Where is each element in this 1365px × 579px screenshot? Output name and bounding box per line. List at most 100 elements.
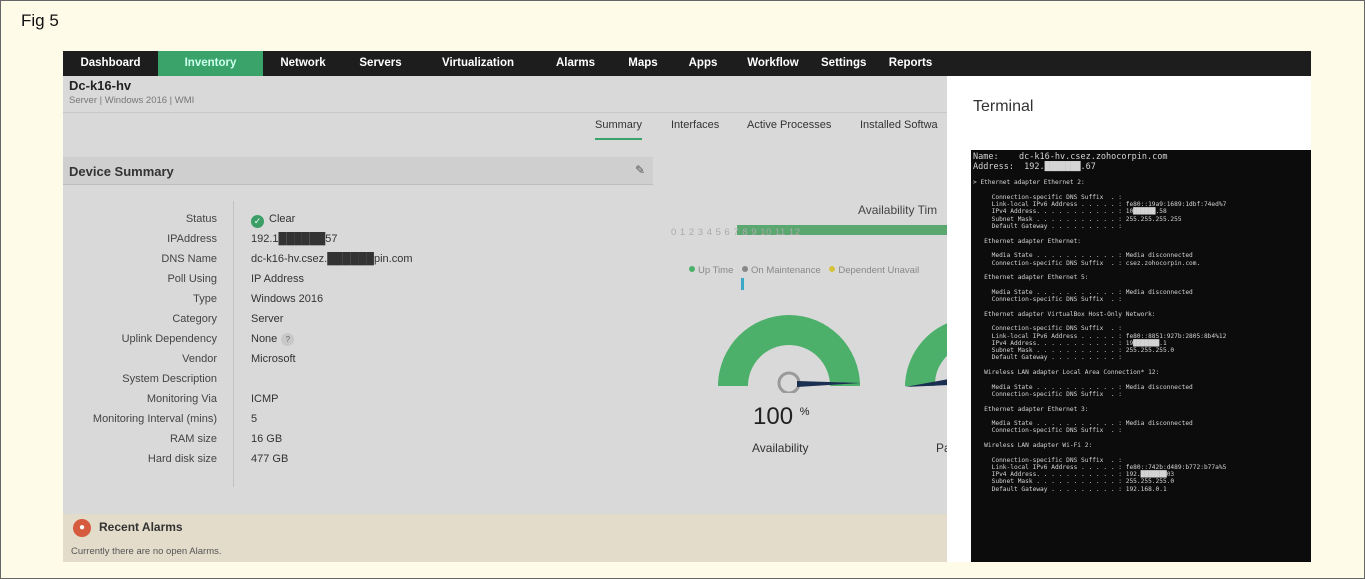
nav-servers[interactable]: Servers	[343, 51, 418, 76]
summary-value: ✓ Clear	[251, 213, 295, 228]
summary-value-text: ICMP	[251, 393, 279, 405]
summary-row: DNS Name dc-k16-hv.csez.██████pin.com	[63, 253, 653, 273]
help-icon[interactable]: ?	[281, 333, 295, 346]
availability-gauge-arc	[718, 315, 860, 386]
tabs-bar: Summary Interfaces Active Processes Inst…	[63, 112, 947, 140]
summary-key: Uplink Dependency	[121, 333, 217, 345]
terminal-line: > Ethernet adapter Ethernet 2:	[973, 179, 1085, 187]
terminal-line: Ethernet adapter Ethernet 5:	[973, 274, 1089, 282]
summary-row: Status ✓ Clear	[63, 213, 653, 233]
summary-key: RAM size	[169, 433, 217, 445]
availability-gauge	[718, 315, 953, 393]
terminal-line: Media State . . . . . . . . . . . : Medi…	[973, 383, 1193, 391]
availability-timeline-axis: 0 1 2 3 4 5 6 7 8 9 10 11 12	[671, 227, 801, 238]
terminal-line: Ethernet adapter Ethernet 3:	[973, 405, 1089, 413]
nav-virtualization[interactable]: Virtualization	[418, 51, 538, 76]
figure-frame: Fig 5 Dashboard Inventory Network Servers Vi…	[0, 0, 1365, 579]
legend-uptime: Up Time	[698, 265, 734, 276]
nav-apps[interactable]: Apps	[673, 51, 733, 76]
terminal-screen[interactable]: Name: dc-k16-hv.csez.zohocorpin.com Addre…	[971, 150, 1311, 562]
terminal-line: Wireless LAN adapter Local Area Connecti…	[973, 369, 1160, 377]
nav-network[interactable]: Network	[263, 51, 343, 76]
summary-value: ICMP	[251, 393, 279, 405]
summary-key: DNS Name	[161, 253, 217, 265]
summary-value-text: Server	[251, 313, 284, 325]
terminal-line: Media State . . . . . . . . . . . : Medi…	[973, 420, 1193, 428]
summary-key: Category	[172, 313, 217, 325]
terminal-line: Ethernet adapter Ethernet:	[973, 237, 1082, 245]
maintenance-legend-dot	[742, 266, 749, 272]
summary-value-text: 5	[251, 413, 258, 425]
tab-summary[interactable]: Summary	[595, 119, 643, 140]
summary-value-text: dc-k16-hv.csez.██████pin.com	[251, 253, 413, 265]
summary-row: RAM size 16 GB	[63, 433, 653, 453]
availability-percent: 100 %	[753, 403, 810, 431]
nav-settings[interactable]: Settings	[813, 51, 873, 76]
summary-value: IP Address	[251, 273, 304, 285]
terminal-line: IPv4 Address. . . . . . . . . . . : 192.…	[973, 471, 1175, 479]
uptime-legend-dot	[689, 266, 695, 272]
summary-row: Poll Using IP Address	[63, 273, 653, 293]
tab-installed-software[interactable]: Installed Softwa	[860, 119, 938, 131]
summary-value: 5	[251, 413, 257, 425]
nav-maps[interactable]: Maps	[613, 51, 673, 76]
timeline-marker	[741, 278, 744, 290]
summary-row: Hard disk size 477 GB	[63, 453, 653, 473]
terminal-line: Connection-specific DNS Suffix . :	[973, 325, 1123, 333]
terminal-line: Connection-specific DNS Suffix . :	[973, 456, 1123, 464]
recent-alarms-section: ● Recent Alarms Currently there are no o…	[63, 514, 947, 562]
availability-timeline-title: Availability Tim	[858, 203, 938, 217]
terminal-line: Address: 192.███████.67	[973, 161, 1096, 172]
edit-icon[interactable]: ✎	[635, 163, 645, 177]
recent-alarms-message: Currently there are no open Alarms.	[71, 546, 222, 557]
terminal-title: Terminal	[973, 98, 1034, 115]
gauge-hub	[777, 371, 801, 393]
nav-workflow[interactable]: Workflow	[733, 51, 813, 76]
availability-legend: Up Time On Maintenance Dependent Unavail	[683, 265, 919, 276]
summary-key: Monitoring Via	[146, 393, 217, 405]
nav-dashboard[interactable]: Dashboard	[63, 51, 158, 76]
summary-row: Monitoring Via ICMP	[63, 393, 653, 413]
device-subtitle: Server | Windows 2016 | WMI	[69, 95, 195, 106]
device-summary-header: Device Summary ✎	[63, 157, 653, 185]
summary-value-text: 477 GB	[251, 453, 289, 465]
summary-key: Poll Using	[167, 273, 217, 285]
summary-value-text: Clear	[269, 213, 296, 225]
terminal-line: IPv4 Address. . . . . . . . . . . : 10██…	[973, 208, 1167, 216]
summary-value: 192.1██████57	[251, 233, 338, 245]
summary-value-text: Windows 2016	[251, 293, 324, 305]
summary-value: Microsoft	[251, 353, 296, 365]
top-nav: Dashboard Inventory Network Servers Virtuali…	[63, 51, 1311, 76]
terminal-line: Default Gateway . . . . . . . . . :	[973, 223, 1123, 231]
tab-interfaces[interactable]: Interfaces	[671, 119, 719, 131]
nav-reports[interactable]: Reports	[873, 51, 948, 76]
terminal-line: Ethernet adapter VirtualBox Host-Only Ne…	[973, 310, 1156, 318]
device-name: Dc-k16-hv	[69, 78, 132, 93]
terminal-line: Default Gateway . . . . . . . . . :	[973, 354, 1123, 362]
terminal-panel: Terminal Name: dc-k16-hv.csez.zohocorpin…	[947, 76, 1311, 562]
nav-inventory[interactable]: Inventory	[158, 51, 263, 76]
summary-row: Vendor Microsoft	[63, 353, 653, 373]
availability-value: 100	[753, 403, 794, 430]
summary-row: IPAddress 192.1██████57	[63, 233, 653, 253]
terminal-line: Wireless LAN adapter Wi-Fi 2:	[973, 441, 1093, 449]
summary-key: Status	[185, 213, 217, 225]
summary-row: System Description	[63, 373, 653, 393]
nav-alarms[interactable]: Alarms	[538, 51, 613, 76]
terminal-line: Connection-specific DNS Suffix . : csez.…	[973, 259, 1201, 267]
terminal-line: Media State . . . . . . . . . . . : Medi…	[973, 252, 1193, 260]
tab-active-processes[interactable]: Active Processes	[747, 119, 831, 131]
terminal-line: Connection-specific DNS Suffix . :	[973, 193, 1123, 201]
summary-value-text: IP Address	[251, 273, 304, 285]
terminal-line: Subnet Mask . . . . . . . . . . . : 255.…	[973, 478, 1175, 486]
summary-key: Monitoring Interval (mins)	[92, 413, 217, 425]
summary-key: Vendor	[182, 353, 217, 365]
